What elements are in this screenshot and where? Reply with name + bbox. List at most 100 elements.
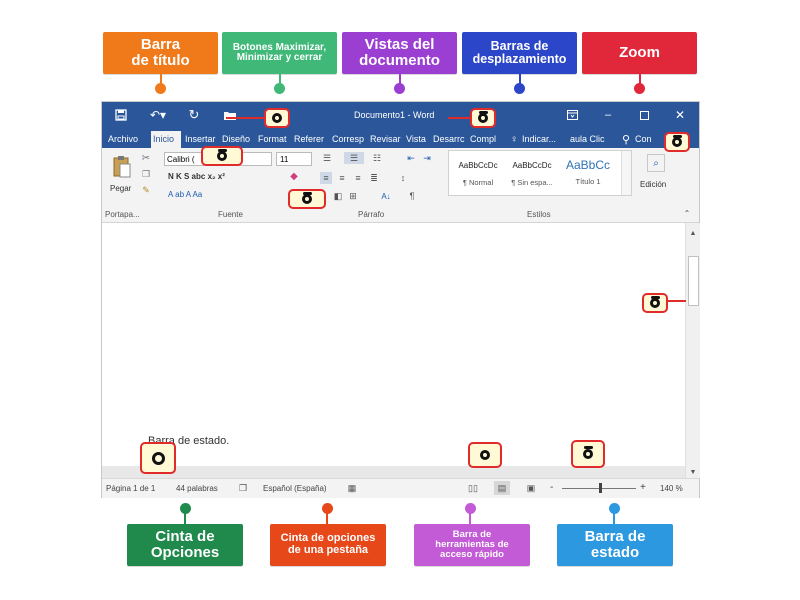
tab-archivo[interactable]: Archivo (106, 131, 146, 148)
scroll-down-icon[interactable]: ▼ (687, 467, 699, 477)
font-size-value: 11 (280, 155, 289, 164)
paste-label[interactable]: Pegar (110, 184, 131, 193)
open-folder-icon[interactable] (222, 108, 238, 122)
zoom-level[interactable]: 140 % (660, 484, 683, 493)
style-sin-espaciado-preview: AaBbCcDc (512, 161, 552, 170)
word-window: ↶▾ ↻ Documento1 - Word – ✕ Archivo Inici… (102, 102, 700, 498)
ribbon: Pegar ✂ ❐ ✎ Calibri ( 11 N K S abc x₂ x²… (102, 148, 699, 223)
increase-indent-icon[interactable]: ⇥ (421, 152, 433, 164)
callout-marker-ribbon (288, 189, 326, 209)
close-button[interactable]: ✕ (672, 107, 688, 123)
shading-icon[interactable]: ◧ (332, 190, 344, 202)
label-botones-ventana: Botones Maximizar, Minimizar y cerrar (222, 32, 337, 74)
group-estilos: Estilos (527, 210, 551, 219)
window-title: Documento1 - Word (354, 110, 435, 120)
vertical-scrollbar[interactable]: ▲ ▼ (685, 223, 700, 478)
bullets-icon[interactable]: ☰ (320, 152, 334, 164)
decrease-indent-icon[interactable]: ⇤ (405, 152, 417, 164)
callout-pointer-scrollbar (668, 300, 686, 302)
zoom-in-button[interactable]: + (640, 482, 646, 493)
font-name-value: Calibri ( (167, 155, 195, 164)
title-bar: ↶▾ ↻ Documento1 - Word – ✕ (102, 102, 699, 128)
tell-me-box[interactable]: Indicar... (520, 131, 566, 148)
paste-icon[interactable] (110, 154, 134, 180)
tab-complementos[interactable]: Compl (468, 131, 506, 148)
callout-pointer-title (226, 117, 264, 119)
align-left-icon[interactable]: ≡ (320, 172, 332, 184)
tab-inicio[interactable]: Inicio (151, 131, 181, 148)
edicion-label[interactable]: Edición (640, 180, 666, 189)
find-icon[interactable]: ⌕ (647, 154, 665, 172)
style-sin-espaciado[interactable]: AaBbCcDc ¶ Sin espa... (507, 155, 557, 193)
tab-aula-clic[interactable]: aula Clic (568, 131, 616, 148)
tab-desarrollador[interactable]: Desarrc (431, 131, 469, 148)
scroll-up-icon[interactable]: ▲ (687, 228, 699, 238)
format-painter-icon[interactable]: ✎ (140, 184, 152, 196)
callout-marker-tabs (201, 146, 243, 166)
numbering-icon[interactable]: ☰ (344, 152, 364, 164)
copy-icon[interactable]: ❐ (140, 168, 152, 180)
ribbon-tabs: Archivo Inicio Insertar Diseño Format Re… (102, 128, 699, 148)
tab-referencias[interactable]: Referer (292, 131, 330, 148)
vertical-scroll-thumb[interactable] (688, 256, 699, 306)
label-barras-desplazamiento: Barras de desplazamiento (462, 32, 577, 74)
align-right-icon[interactable]: ≡ (352, 172, 364, 184)
tab-correspondencia[interactable]: Corresp (330, 131, 368, 148)
print-layout-icon[interactable]: ▤ (494, 481, 510, 495)
style-normal-name: ¶ Normal (462, 178, 494, 187)
styles-scroll[interactable] (621, 151, 631, 195)
label-cinta-opciones: Cinta de Opciones (127, 524, 243, 566)
sort-icon[interactable]: A↓ (380, 190, 392, 202)
show-marks-icon[interactable]: ¶ (406, 190, 418, 202)
align-center-icon[interactable]: ≡ (336, 172, 348, 184)
font-size-box[interactable]: 11 (276, 152, 312, 166)
web-layout-icon[interactable]: ▣ (524, 482, 538, 494)
zoom-out-button[interactable]: - (550, 482, 553, 493)
callout-marker-window-buttons (470, 108, 496, 128)
justify-icon[interactable]: ≣ (368, 172, 380, 184)
cut-icon[interactable]: ✂ (140, 152, 152, 164)
minimize-button[interactable]: – (600, 107, 616, 123)
lightbulb-icon: ♀ (510, 133, 518, 145)
redo-icon[interactable]: ↻ (186, 107, 202, 123)
multilevel-list-icon[interactable]: ☷ (370, 152, 384, 164)
tab-revisar[interactable]: Revisar (368, 131, 405, 148)
maximize-button[interactable] (636, 107, 652, 123)
save-icon[interactable] (114, 108, 128, 122)
style-titulo-1-name: Título 1 (575, 177, 601, 186)
language-indicator[interactable]: Español (España) (263, 484, 327, 493)
tab-compartir[interactable]: Con (633, 131, 659, 148)
ribbon-display-options-icon[interactable] (564, 107, 580, 123)
line-spacing-icon[interactable]: ↕ (396, 172, 410, 184)
style-titulo-1[interactable]: AaBbCc Título 1 (563, 155, 613, 193)
macro-icon[interactable]: ▦ (346, 482, 358, 494)
callout-marker-status (140, 442, 176, 474)
style-normal[interactable]: AaBbCcDc ¶ Normal (453, 155, 503, 193)
group-parrafo: Párrafo (358, 210, 385, 219)
word-count[interactable]: 44 palabras (176, 484, 218, 493)
font-effects-row[interactable]: A ab A Aa (168, 190, 202, 199)
status-bar: Página 1 de 1 44 palabras ❒ Español (Esp… (102, 478, 699, 498)
callout-marker-close (664, 132, 690, 152)
callout-marker-scrollbar (642, 293, 668, 313)
share-person-icon[interactable]: ⚲ (620, 131, 632, 147)
page-count[interactable]: Página 1 de 1 (106, 484, 155, 493)
undo-icon[interactable]: ↶▾ (148, 107, 168, 123)
label-zoom: Zoom (582, 32, 697, 74)
label-cinta-pestana: Cinta de opciones de una pestaña (270, 524, 386, 566)
label-barra-acceso-rapido: Barra de herramientas de acceso rápido (414, 524, 530, 566)
label-barra-titulo: Barra de título (103, 32, 218, 74)
callout-marker-views (468, 442, 502, 468)
borders-icon[interactable]: ⊞ (346, 190, 360, 202)
proofing-icon[interactable]: ❒ (236, 482, 250, 494)
collapse-ribbon-icon[interactable]: ⌃ (682, 208, 692, 218)
callout-marker-title (264, 108, 290, 128)
document-area[interactable]: Barra de estado. (102, 223, 685, 466)
tab-vista[interactable]: Vista (404, 131, 432, 148)
zoom-slider-thumb[interactable] (599, 483, 602, 493)
clear-formatting-icon[interactable]: ◆ (288, 170, 300, 182)
tab-formato[interactable]: Format (256, 131, 292, 148)
style-titulo-1-preview: AaBbCc (565, 158, 611, 172)
read-mode-icon[interactable]: ▯▯ (466, 482, 480, 494)
font-format-row[interactable]: N K S abc x₂ x² (168, 172, 225, 181)
